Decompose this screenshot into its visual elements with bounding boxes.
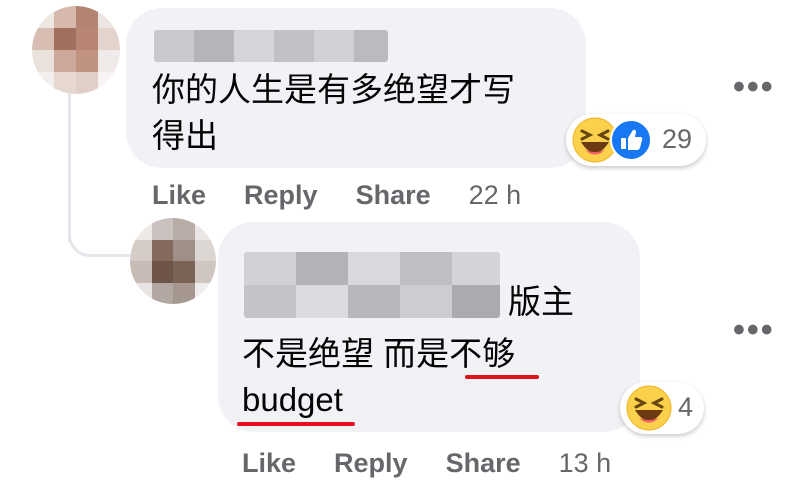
author-name-redacted[interactable] [244,252,500,318]
reaction-count: 4 [678,392,694,422]
highlight-underline-1 [465,375,539,379]
reply-actions: Like Reply Share 13 h [242,448,611,479]
comment-text-line2: 得出 [152,117,218,154]
share-button[interactable]: Share [356,180,431,211]
reply-text-line2: 不是绝望 而是不够 [242,335,516,372]
like-button[interactable]: Like [152,180,206,211]
like-button[interactable]: Like [242,448,296,479]
avatar[interactable] [32,6,120,94]
reply-text-line3: budget [242,381,343,418]
comment-bubble: 你的人生是有多绝望才写 得出 [126,8,586,168]
haha-icon [626,385,672,431]
timestamp[interactable]: 13 h [559,448,612,479]
comment-text-line1: 你的人生是有多绝望才写 [152,71,515,108]
author-name-redacted[interactable] [154,30,388,62]
avatar[interactable] [130,218,216,304]
timestamp[interactable]: 22 h [469,180,522,211]
reaction-summary[interactable]: 29 [566,114,706,166]
highlight-underline-2 [237,422,355,426]
reaction-count: 29 [662,124,693,154]
like-icon [610,119,652,161]
reply-button[interactable]: Reply [334,448,408,479]
reply-bubble: 版主 不是绝望 而是不够 budget [218,222,640,432]
thread-connector [68,205,130,257]
more-options-icon[interactable]: ••• [733,70,775,104]
reply-button[interactable]: Reply [244,180,318,211]
reaction-summary[interactable]: 4 [620,382,704,434]
share-button[interactable]: Share [446,448,521,479]
more-options-icon[interactable]: ••• [733,313,775,347]
comment-actions: Like Reply Share 22 h [152,180,521,211]
reply-text-mention-suffix: 版主 [508,283,574,320]
